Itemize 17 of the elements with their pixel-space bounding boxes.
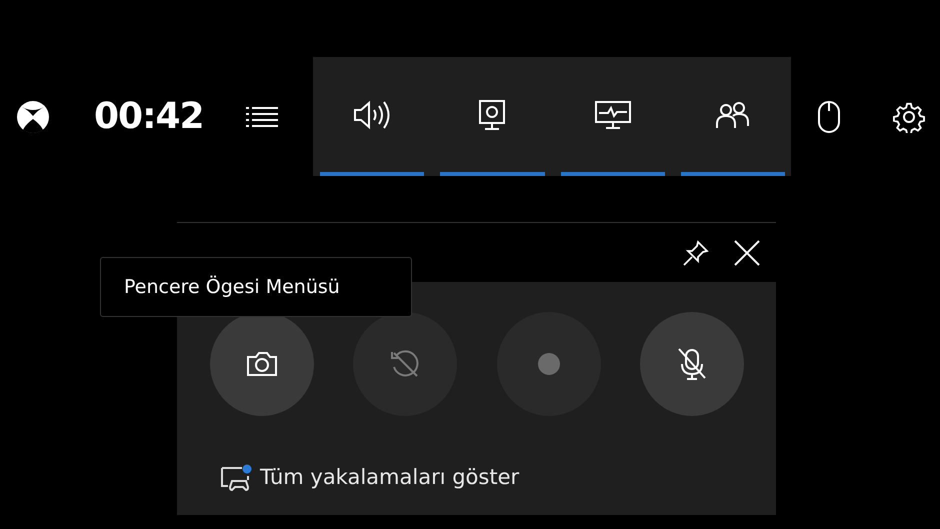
show-all-captures-link[interactable]: Tüm yakalamaları göster (260, 462, 520, 494)
timer: 00:42 (94, 98, 204, 134)
mouse-icon[interactable] (817, 100, 841, 134)
microphone-muted-icon (676, 347, 708, 381)
speaker-icon (352, 98, 392, 130)
close-icon[interactable] (734, 240, 760, 266)
webcam-icon (478, 98, 506, 130)
menu-icon[interactable] (246, 106, 278, 128)
gallery-icon[interactable] (220, 464, 252, 492)
camera-icon (246, 351, 278, 377)
xbox-logo-icon[interactable] (16, 100, 50, 134)
tooltip: Pencere Ögesi Menüsü (100, 257, 412, 317)
settings-icon[interactable] (893, 100, 925, 132)
pin-icon[interactable] (682, 238, 710, 266)
monitor-pulse-icon (594, 100, 632, 130)
record-dot-icon (538, 353, 560, 375)
people-icon (714, 100, 752, 130)
